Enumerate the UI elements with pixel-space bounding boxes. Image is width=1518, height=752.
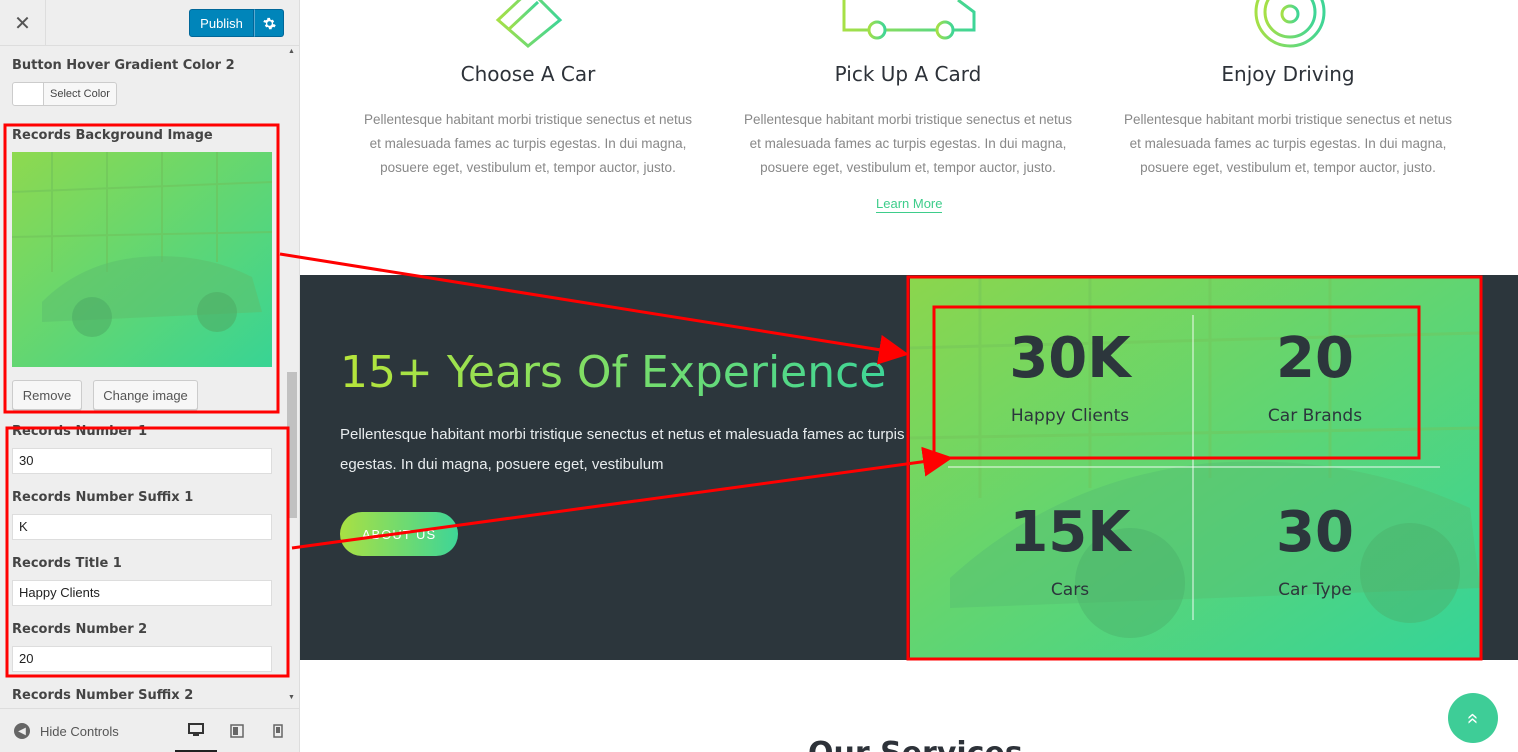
stat-number: 20 <box>1276 326 1354 391</box>
stat-number: 15K <box>1009 500 1131 565</box>
double-chevron-up-icon: « <box>1462 712 1485 724</box>
hover-color2-label: Button Hover Gradient Color 2 <box>12 58 235 73</box>
select-color-button[interactable]: Select Color <box>43 82 117 106</box>
collapse-arrow-icon: ◀ <box>14 723 30 739</box>
feature-title: Choose A Car <box>460 62 596 86</box>
customizer-header: ✕ Publish <box>0 0 299 46</box>
scroll-down-arrow-icon[interactable]: ▼ <box>288 694 295 701</box>
hide-controls-button[interactable]: ◀ Hide Controls <box>14 723 119 739</box>
desktop-icon <box>188 722 204 736</box>
tablet-icon <box>230 724 244 738</box>
change-image-button[interactable]: Change image <box>93 380 198 410</box>
controls-scrollbar-thumb[interactable] <box>287 372 297 518</box>
background-image-thumbnail <box>12 152 272 367</box>
records-title1-input[interactable]: Happy Clients <box>12 580 272 606</box>
records-section: 15+ Years Of Experience Pellentesque hab… <box>300 275 1518 660</box>
scroll-up-arrow-icon[interactable]: ▲ <box>288 48 295 55</box>
color-swatch[interactable] <box>12 82 44 106</box>
car-showroom-image <box>12 152 272 367</box>
stats-box: 30K Happy Clients 20 Car Brands 15K Cars… <box>910 278 1480 658</box>
publish-button[interactable]: Publish <box>189 9 254 37</box>
desktop-preview-button[interactable] <box>175 709 217 752</box>
bg-image-label: Records Background Image <box>12 128 213 143</box>
feature-title: Pick Up A Card <box>834 62 982 86</box>
services-title: Our Services <box>808 736 1023 752</box>
mobile-preview-button[interactable] <box>257 709 299 752</box>
learn-more-link[interactable]: Learn More <box>876 196 943 213</box>
mobile-icon <box>273 724 283 738</box>
stat-label: Car Brands <box>1267 406 1363 426</box>
credit-card-icon <box>492 0 563 48</box>
records-number1-label: Records Number 1 <box>12 424 148 439</box>
feature-text: Pellentesque habitant morbi tristique se… <box>364 112 692 175</box>
customizer-sidebar: ✕ Publish ▲ ▼ Button Hover Gradient Colo… <box>0 0 300 752</box>
records-number2-input[interactable]: 20 <box>12 646 272 672</box>
feature-title: Enjoy Driving <box>1221 62 1355 86</box>
tablet-preview-button[interactable] <box>216 709 258 752</box>
feature-text: Pellentesque habitant morbi tristique se… <box>744 112 1072 175</box>
records-number2-label: Records Number 2 <box>12 622 148 637</box>
records-suffix1-input[interactable]: K <box>12 514 272 540</box>
about-us-button[interactable]: ABOUT US <box>340 512 458 556</box>
hide-controls-label: Hide Controls <box>40 723 119 739</box>
records-title1-label: Records Title 1 <box>12 556 122 571</box>
customizer-footer: ◀ Hide Controls <box>0 708 299 752</box>
close-icon: ✕ <box>14 12 31 35</box>
stat-label: Car Type <box>1278 580 1352 600</box>
records-text: Pellentesque habitant morbi tristique se… <box>340 426 905 473</box>
records-suffix1-label: Records Number Suffix 1 <box>12 490 194 505</box>
records-number1-input[interactable]: 30 <box>12 448 272 474</box>
records-suffix2-label: Records Number Suffix 2 <box>12 688 194 703</box>
site-preview: Choose A Car Pellentesque habitant morbi… <box>300 0 1518 752</box>
records-heading: 15+ Years Of Experience <box>340 347 887 398</box>
stat-label: Happy Clients <box>1010 406 1130 426</box>
steering-wheel-icon <box>1254 0 1326 48</box>
publish-settings-button[interactable] <box>254 9 284 37</box>
feature-text: Pellentesque habitant morbi tristique se… <box>1124 112 1452 175</box>
stat-number: 30K <box>1009 326 1131 391</box>
scroll-to-top-button[interactable]: « <box>1448 693 1498 743</box>
gear-icon <box>262 17 276 29</box>
stat-label: Cars <box>1050 580 1090 600</box>
controls-panel[interactable] <box>0 47 299 707</box>
stat-number: 30 <box>1276 500 1354 565</box>
close-customizer-button[interactable]: ✕ <box>0 0 46 46</box>
remove-image-button[interactable]: Remove <box>12 380 82 410</box>
car-icon <box>842 0 976 40</box>
